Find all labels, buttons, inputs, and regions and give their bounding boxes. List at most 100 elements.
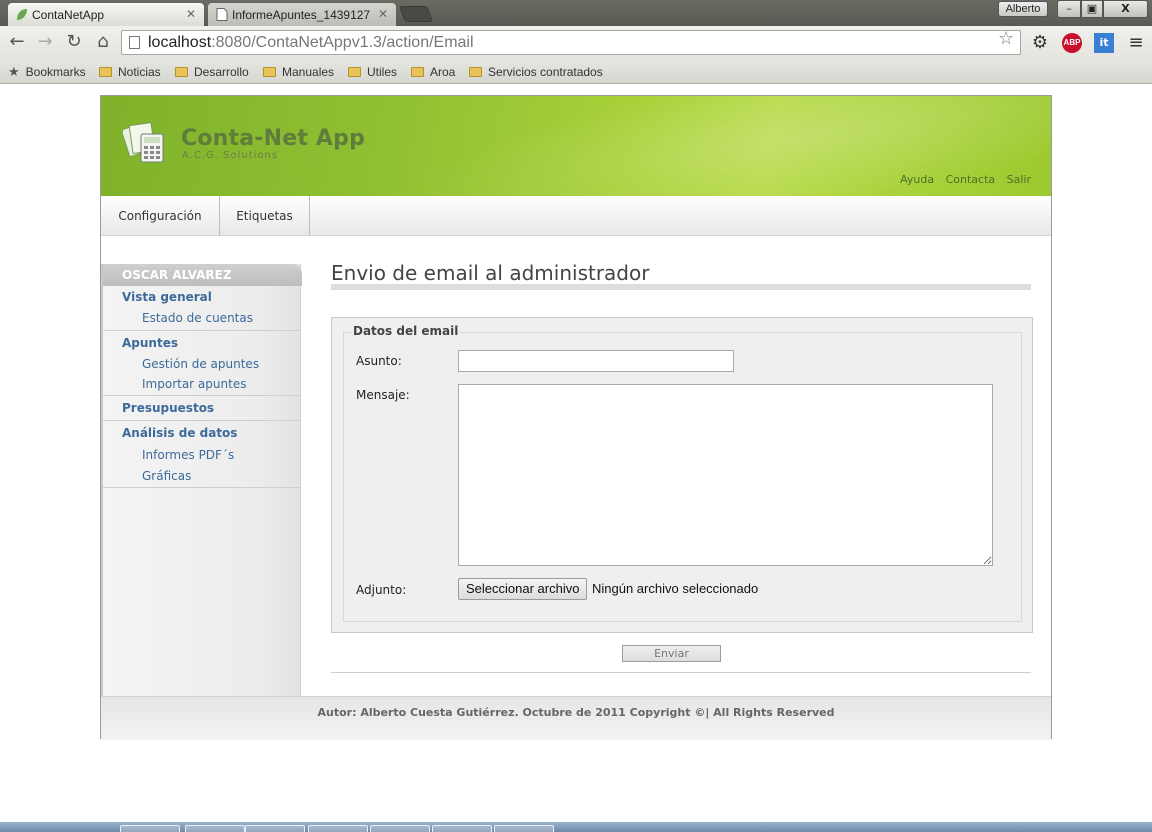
user-name: OSCAR ALVAREZ bbox=[103, 264, 302, 286]
sidebar-item-graficas[interactable]: Gráficas bbox=[103, 466, 301, 487]
sidebar-item-estado-cuentas[interactable]: Estado de cuentas bbox=[103, 308, 301, 329]
asunto-label: Asunto: bbox=[356, 354, 402, 368]
folder-icon bbox=[348, 67, 361, 77]
bookmark-desarrollo[interactable]: Desarrollo bbox=[175, 63, 249, 81]
sidebar-item-gestion-apuntes[interactable]: Gestión de apuntes bbox=[103, 354, 301, 375]
link-contacta[interactable]: Contacta bbox=[946, 173, 996, 186]
bookmark-label: Servicios contratados bbox=[488, 65, 603, 79]
taskbar-item[interactable] bbox=[185, 825, 245, 832]
minimize-button[interactable]: – bbox=[1057, 0, 1081, 18]
page-title: Envio de email al administrador bbox=[331, 256, 1031, 290]
adjunto-label: Adjunto: bbox=[356, 583, 407, 597]
address-bar[interactable]: localhost:8080/ContaNetAppv1.3/action/Em… bbox=[121, 30, 1021, 55]
email-form: Datos del email Asunto: Mensaje: Adjunto… bbox=[331, 317, 1033, 633]
app-title: Conta-Net App bbox=[181, 126, 366, 151]
forward-arrow-icon[interactable]: → bbox=[34, 32, 56, 52]
bookmark-label: Noticias bbox=[118, 65, 161, 79]
bookmark-manuales[interactable]: Manuales bbox=[263, 63, 334, 81]
sidebar-item-vista-general[interactable]: Vista general bbox=[103, 286, 301, 308]
tab-title: InformeApuntes_1439127 bbox=[232, 7, 371, 22]
send-button[interactable]: Enviar bbox=[622, 645, 721, 662]
top-links: Ayuda Contacta Salir bbox=[892, 173, 1031, 186]
mensaje-textarea[interactable] bbox=[458, 384, 993, 566]
main-content: Envio de email al administrador Datos de… bbox=[331, 256, 1033, 673]
tab-title: ContaNetApp bbox=[32, 7, 105, 22]
sidebar-group-vista-general: Vista general Estado de cuentas bbox=[103, 286, 301, 331]
divider bbox=[331, 672, 1031, 673]
bookmark-label: Aroa bbox=[430, 65, 456, 79]
menu-icon[interactable]: ≡ bbox=[1126, 33, 1146, 53]
folder-icon bbox=[263, 67, 276, 77]
bookmark-label: Desarrollo bbox=[194, 65, 249, 79]
url-host: localhost bbox=[148, 34, 212, 51]
link-ayuda[interactable]: Ayuda bbox=[900, 173, 934, 186]
adblock-icon[interactable]: ABP bbox=[1062, 33, 1082, 53]
close-window-button[interactable]: X bbox=[1103, 0, 1148, 18]
sidebar-item-presupuestos[interactable]: Presupuestos bbox=[103, 396, 301, 418]
bookmarks-label[interactable]: ★ Bookmarks bbox=[8, 63, 86, 81]
file-status: Ningún archivo seleccionado bbox=[592, 581, 759, 596]
folder-icon bbox=[99, 67, 112, 77]
link-salir[interactable]: Salir bbox=[1007, 173, 1031, 186]
header-banner: Conta-Net App A.C.G. Solutions Ayuda Con… bbox=[101, 96, 1051, 196]
page-icon bbox=[129, 36, 140, 49]
home-icon[interactable]: ⌂ bbox=[92, 32, 114, 52]
taskbar-item[interactable] bbox=[432, 825, 492, 832]
maximize-button[interactable]: ▣ bbox=[1081, 0, 1103, 18]
sidebar-item-importar-apuntes[interactable]: Importar apuntes bbox=[103, 375, 301, 395]
reload-icon[interactable]: ↻ bbox=[63, 32, 85, 52]
taskbar-item[interactable] bbox=[370, 825, 430, 832]
sidebar-group-presupuestos: Presupuestos bbox=[103, 396, 301, 421]
web-page: Conta-Net App A.C.G. Solutions Ayuda Con… bbox=[100, 95, 1052, 740]
bookmark-servicios[interactable]: Servicios contratados bbox=[469, 63, 603, 81]
sidebar-item-apuntes[interactable]: Apuntes bbox=[103, 332, 301, 354]
tab-strip: ContaNetApp ✕ InformeApuntes_1439127 ✕ A… bbox=[0, 0, 1152, 26]
sidebar-group-analisis: Análisis de datos Informes PDF´s Gráfica… bbox=[103, 421, 301, 488]
new-tab-button[interactable] bbox=[399, 6, 433, 22]
bookmarks-bar: ★ Bookmarks Noticias Desarrollo Manuales … bbox=[0, 60, 1152, 84]
nav-etiquetas[interactable]: Etiquetas bbox=[220, 196, 310, 236]
bookmark-star-icon[interactable]: ☆ bbox=[998, 28, 1014, 49]
star-icon: ★ bbox=[8, 64, 20, 79]
content-area: OSCAR ALVAREZ Vista general Estado de cu… bbox=[101, 236, 1051, 696]
folder-icon bbox=[411, 67, 424, 77]
taskbar-item[interactable] bbox=[245, 825, 305, 832]
sidebar: OSCAR ALVAREZ Vista general Estado de cu… bbox=[101, 264, 302, 696]
taskbar-item[interactable] bbox=[120, 825, 180, 832]
nav-configuracion[interactable]: Configuración bbox=[101, 196, 220, 236]
taskbar-item[interactable] bbox=[308, 825, 368, 832]
close-tab-icon[interactable]: ✕ bbox=[378, 7, 388, 21]
browser-toolbar: ← → ↻ ⌂ localhost:8080/ContaNetAppv1.3/a… bbox=[0, 26, 1152, 60]
app-subtitle: A.C.G. Solutions bbox=[182, 150, 279, 161]
folder-icon bbox=[469, 67, 482, 77]
document-favicon-icon bbox=[216, 8, 228, 21]
bookmark-label: Utiles bbox=[367, 65, 398, 79]
select-file-button[interactable]: Seleccionar archivo bbox=[458, 578, 588, 600]
leaf-favicon-icon bbox=[17, 9, 27, 20]
tab-informe-apuntes[interactable]: InformeApuntes_1439127 ✕ bbox=[208, 3, 396, 26]
mensaje-label: Mensaje: bbox=[356, 388, 410, 402]
sidebar-item-analisis-datos[interactable]: Análisis de datos bbox=[103, 421, 301, 445]
bookmark-label: Manuales bbox=[282, 65, 335, 79]
bookmark-noticias[interactable]: Noticias bbox=[99, 63, 161, 81]
it-extension-icon[interactable]: it bbox=[1094, 33, 1114, 53]
bookmark-aroa[interactable]: Aroa bbox=[411, 63, 455, 81]
fieldset-legend: Datos del email bbox=[351, 324, 461, 338]
sidebar-item-informes-pdf[interactable]: Informes PDF´s bbox=[103, 445, 301, 466]
close-tab-icon[interactable]: ✕ bbox=[186, 7, 196, 21]
main-nav: Configuración Etiquetas bbox=[101, 196, 1051, 236]
bookmark-label: Bookmarks bbox=[25, 65, 86, 79]
sidebar-group-apuntes: Apuntes Gestión de apuntes Importar apun… bbox=[103, 331, 301, 396]
calculator-logo-icon bbox=[123, 122, 164, 163]
tab-contanetapp[interactable]: ContaNetApp ✕ bbox=[8, 3, 204, 26]
folder-icon bbox=[175, 67, 188, 77]
footer: Autor: Alberto Cuesta Gutiérrez. Octubre… bbox=[101, 696, 1051, 740]
asunto-input[interactable] bbox=[458, 350, 734, 372]
taskbar-item[interactable] bbox=[494, 825, 554, 832]
url-path: :8080/ContaNetAppv1.3/action/Email bbox=[211, 34, 474, 51]
profile-button[interactable]: Alberto bbox=[998, 1, 1048, 17]
email-fieldset: Datos del email Asunto: Mensaje: Adjunto… bbox=[343, 324, 1022, 622]
gear-icon[interactable]: ⚙ bbox=[1030, 33, 1050, 53]
bookmark-utiles[interactable]: Utiles bbox=[348, 63, 397, 81]
back-arrow-icon[interactable]: ← bbox=[6, 32, 28, 52]
